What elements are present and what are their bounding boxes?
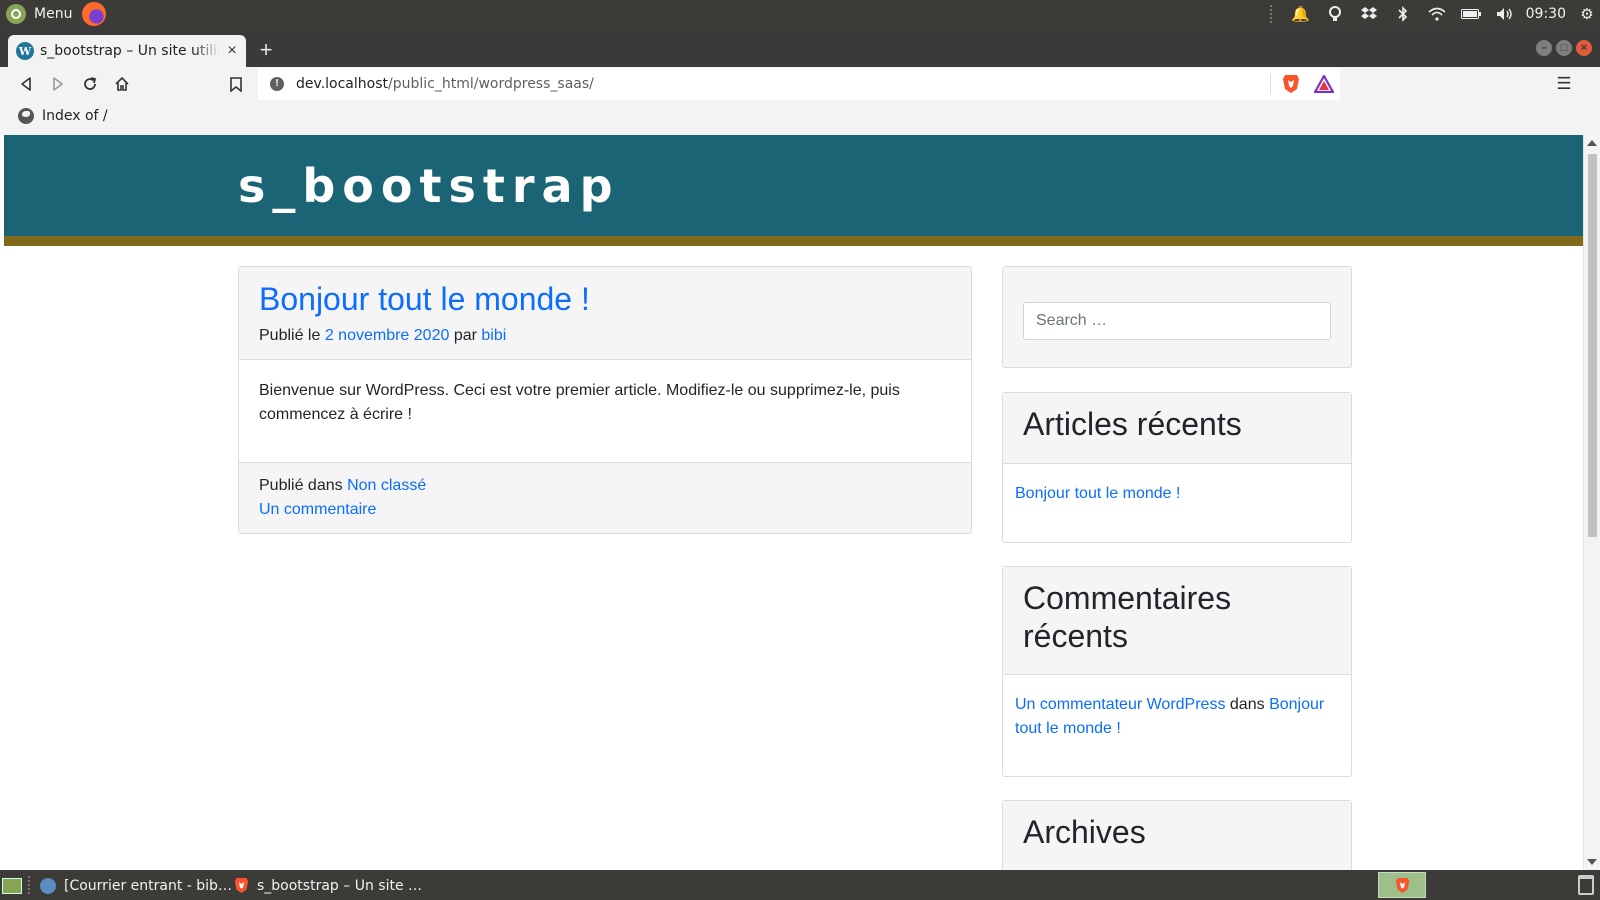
wifi-icon[interactable] <box>1420 0 1454 28</box>
bookmark-icon[interactable] <box>224 72 248 96</box>
post-meta-published: Publié le <box>259 327 321 344</box>
post-author-link[interactable]: bibi <box>481 327 506 344</box>
url-text[interactable]: dev.localhost/public_html/wordpress_saas… <box>296 76 594 92</box>
post-content: Bienvenue sur WordPress. Ceci est votre … <box>239 360 971 463</box>
os-menu-label: Menu <box>34 6 73 22</box>
page-scrollbar[interactable] <box>1583 135 1600 870</box>
trash-icon[interactable] <box>1578 875 1594 895</box>
tab-s-bootstrap[interactable]: W s_bootstrap – Un site utilisant WordPr… <box>8 35 246 67</box>
clock[interactable]: 09:30 <box>1522 6 1574 22</box>
post-date-link[interactable]: 2 novembre 2020 <box>325 327 450 344</box>
volume-icon[interactable] <box>1488 0 1522 28</box>
reload-icon[interactable] <box>78 72 102 96</box>
taskbar-separator <box>28 876 31 894</box>
archives-title: Archives <box>1023 814 1146 850</box>
category-link[interactable]: Non classé <box>347 477 426 494</box>
search-input[interactable] <box>1023 302 1331 340</box>
dropbox-icon[interactable] <box>1352 0 1386 28</box>
comments-link[interactable]: Un commentaire <box>259 501 376 518</box>
taskbar-item-mail[interactable]: [Courrier entrant - bib… <box>34 873 232 898</box>
recent-posts-header: Articles récents <box>1003 393 1351 464</box>
tab-title: s_bootstrap – Un site utilisant WordPres… <box>40 43 220 59</box>
minimize-window-button[interactable]: – <box>1536 40 1552 56</box>
recent-comments-header: Commentaires récents <box>1003 567 1351 675</box>
taskbar-item-browser[interactable]: s_bootstrap – Un site … <box>228 873 422 898</box>
hamburger-menu-icon[interactable]: ☰ <box>1552 72 1576 96</box>
taskbar-item-browser-label: s_bootstrap – Un site … <box>257 877 423 894</box>
comment-author-link[interactable]: Un commentateur WordPress <box>1015 696 1225 713</box>
battery-icon[interactable] <box>1454 0 1488 28</box>
os-taskbar: [Courrier entrant - bib… s_bootstrap – U… <box>0 870 1600 900</box>
os-top-panel: Menu 🔔 09:30 ⚙ <box>0 0 1600 28</box>
close-window-button[interactable]: × <box>1576 40 1592 56</box>
bookmark-label: Index of / <box>42 108 108 124</box>
post-card: Bonjour tout le monde ! Publié le 2 nove… <box>238 266 972 534</box>
site-header: s_bootstrap <box>4 135 1583 236</box>
window-controls: – □ × <box>1536 40 1592 56</box>
firefox-launcher-icon[interactable] <box>82 2 106 26</box>
url-bar[interactable]: ! dev.localhost/public_html/wordpress_sa… <box>258 68 1340 100</box>
brave-rewards-icon[interactable] <box>1313 74 1335 94</box>
recent-posts-widget: Articles récents Bonjour tout le monde ! <box>1002 392 1352 543</box>
thunderbird-icon <box>40 877 56 894</box>
notification-bell-icon[interactable]: 🔔 <box>1284 0 1318 28</box>
header-stripe <box>4 236 1583 246</box>
browser-toolbar: ! dev.localhost/public_html/wordpress_sa… <box>0 67 1600 101</box>
archives-header: Archives <box>1003 801 1351 870</box>
recent-post-link[interactable]: Bonjour tout le monde ! <box>1015 485 1180 502</box>
site-title[interactable]: s_bootstrap <box>238 159 620 213</box>
url-divider <box>1270 74 1271 94</box>
browser-tab-strip: W s_bootstrap – Un site utilisant WordPr… <box>0 28 1600 67</box>
lightbulb-icon[interactable] <box>1318 0 1352 28</box>
post-footer-published-in: Publié dans <box>259 477 343 494</box>
scroll-up-arrow-icon[interactable] <box>1587 140 1597 146</box>
back-icon[interactable] <box>14 72 38 96</box>
brave-icon <box>234 878 249 893</box>
brave-shields-icon[interactable] <box>1282 74 1300 94</box>
close-tab-icon[interactable]: × <box>224 43 240 59</box>
post-title[interactable]: Bonjour tout le monde ! <box>259 281 951 317</box>
scrollbar-thumb[interactable] <box>1588 154 1597 537</box>
recent-comments-title: Commentaires récents <box>1023 580 1232 654</box>
mint-logo-icon <box>6 4 26 24</box>
recent-posts-list: Bonjour tout le monde ! <box>1003 464 1351 506</box>
tray-separator <box>1269 5 1274 23</box>
page-viewport: s_bootstrap Bonjour tout le monde ! Publ… <box>4 135 1583 870</box>
search-widget <box>1002 266 1352 368</box>
comment-in-text: dans <box>1229 696 1265 713</box>
settings-icon[interactable]: ⚙ <box>1574 0 1600 28</box>
bluetooth-icon[interactable] <box>1386 0 1420 28</box>
new-tab-button[interactable]: + <box>254 39 278 63</box>
url-path: /public_html/wordpress_saas/ <box>388 76 594 92</box>
post-footer: Publié dans Non classé Un commentaire <box>239 463 971 533</box>
forward-icon[interactable] <box>46 72 70 96</box>
workspace-indicator[interactable] <box>1378 872 1426 898</box>
post-header: Bonjour tout le monde ! Publié le 2 nove… <box>239 267 971 360</box>
site-info-icon[interactable]: ! <box>270 77 284 91</box>
recent-comments-list: Un commentateur WordPress dans Bonjour t… <box>1003 675 1351 741</box>
bookmarks-bar: Index of / <box>0 101 1600 135</box>
post-meta: Publié le 2 novembre 2020 par bibi <box>259 327 951 345</box>
archives-widget: Archives <box>1002 800 1352 870</box>
taskbar-item-mail-label: [Courrier entrant - bib… <box>64 877 232 894</box>
show-desktop-icon[interactable] <box>2 878 22 894</box>
wordpress-favicon-icon: W <box>16 42 34 60</box>
scroll-down-arrow-icon[interactable] <box>1587 859 1597 865</box>
maximize-window-button[interactable]: □ <box>1556 40 1572 56</box>
brave-tray-icon <box>1395 877 1409 893</box>
recent-comments-widget: Commentaires récents Un commentateur Wor… <box>1002 566 1352 777</box>
recent-posts-title: Articles récents <box>1023 406 1242 442</box>
home-icon[interactable] <box>110 72 134 96</box>
os-menu-button[interactable]: Menu <box>6 3 72 25</box>
post-meta-by: par <box>453 327 477 344</box>
bookmark-index-of[interactable]: Index of / <box>18 108 108 124</box>
system-tray: 🔔 09:30 ⚙ <box>1269 0 1600 28</box>
url-host: dev.localhost <box>296 76 388 92</box>
globe-icon <box>18 108 34 124</box>
